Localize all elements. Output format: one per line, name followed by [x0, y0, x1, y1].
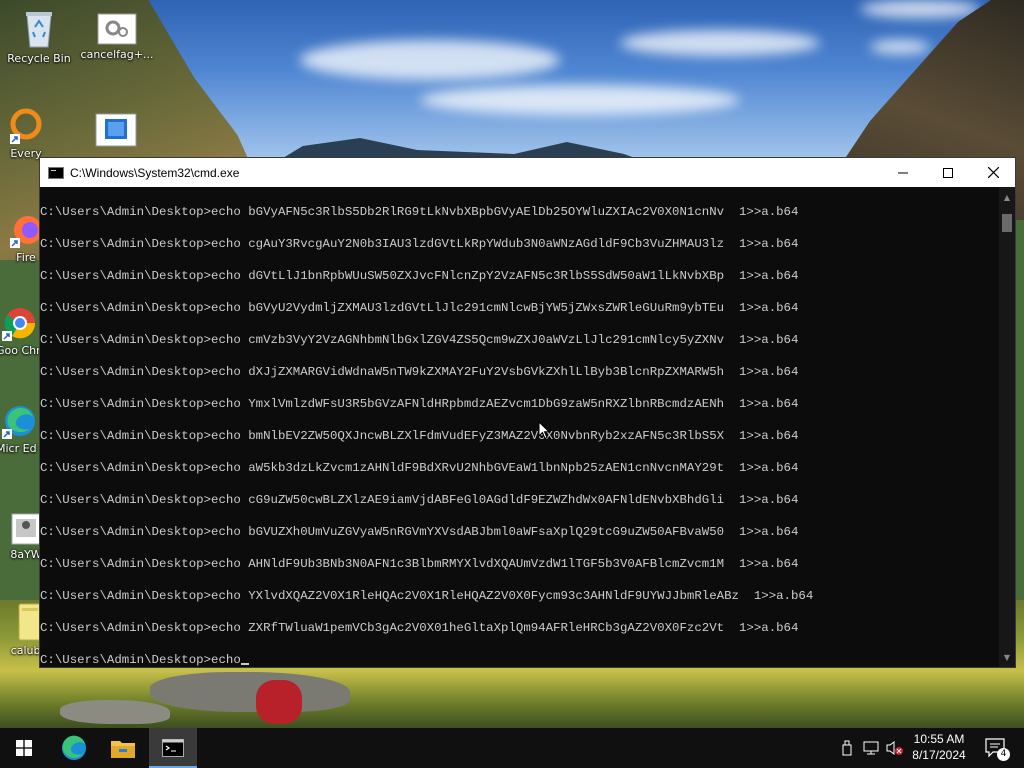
- taskbar-cmd-button[interactable]: [149, 728, 197, 768]
- settings-file-icon: [97, 13, 137, 45]
- red-backpack: [256, 680, 302, 724]
- desktop-icon-cancelfag[interactable]: cancelfag+...: [79, 13, 155, 61]
- console-line: C:\Users\Admin\Desktop>echo YmxlVmlzdWFs…: [40, 397, 799, 411]
- minimize-icon: [898, 172, 908, 173]
- edge-icon: [62, 735, 86, 760]
- clock-time: 10:55 AM: [913, 732, 965, 746]
- windows-logo-icon: [16, 740, 32, 756]
- prompt-text: C:\Users\Admin\Desktop>echo: [40, 653, 241, 667]
- action-center-button[interactable]: 4: [976, 728, 1016, 768]
- cmd-icon: [162, 739, 184, 757]
- console-line: C:\Users\Admin\Desktop>echo cG9uZW50cwBL…: [40, 493, 799, 507]
- system-clock[interactable]: 10:55 AM 8/17/2024: [904, 731, 974, 763]
- scroll-up-arrow-icon[interactable]: ▲: [999, 189, 1015, 205]
- console-line: C:\Users\Admin\Desktop>echo AHNldF9Ub3BN…: [40, 557, 799, 571]
- console-line: C:\Users\Admin\Desktop>echo dGVtLlJ1bnRp…: [40, 269, 799, 283]
- chrome-icon: [0, 305, 36, 341]
- tray-volume-muted-icon[interactable]: [885, 728, 905, 768]
- window-title: C:\Windows\System32\cmd.exe: [70, 165, 240, 180]
- tray-usb-icon[interactable]: [839, 728, 855, 768]
- scrollbar-thumb[interactable]: [1002, 214, 1012, 232]
- start-button[interactable]: [0, 728, 48, 768]
- desktop-icon-label: cancelfag+...: [80, 48, 154, 61]
- cmd-app-icon: [48, 166, 64, 179]
- maximize-icon: [943, 167, 953, 178]
- taskbar-edge-button[interactable]: [50, 728, 98, 768]
- desktop-icon-app[interactable]: [78, 113, 154, 150]
- desktop-icon-label: Recycle Bin: [7, 52, 71, 65]
- vertical-scrollbar[interactable]: ▲ ▼: [999, 187, 1015, 667]
- console-line: C:\Users\Admin\Desktop>echo YXlvdXQAZ2V0…: [40, 589, 814, 603]
- close-button[interactable]: [970, 158, 1016, 187]
- console-line: C:\Users\Admin\Desktop>echo bGVUZXh0UmVu…: [40, 525, 799, 539]
- app-window-icon: [95, 113, 137, 147]
- maximize-button[interactable]: [925, 158, 971, 187]
- text-cursor: [240, 663, 249, 665]
- mouse-pointer-icon: [538, 421, 550, 440]
- console-line: C:\Users\Admin\Desktop>echo cgAuY3RvcgAu…: [40, 237, 799, 251]
- recycle-bin-icon: [23, 9, 55, 49]
- image-file-icon: [11, 513, 41, 545]
- desktop-icon-everything[interactable]: Every: [0, 108, 64, 160]
- taskbar: 10:55 AM 8/17/2024 4: [0, 728, 1024, 768]
- console-output[interactable]: C:\Users\Admin\Desktop>echo bGVyAFN5c3Rl…: [40, 187, 1001, 667]
- notification-badge: 4: [997, 748, 1010, 761]
- console-line: C:\Users\Admin\Desktop>echo cmVzb3VyY2Vz…: [40, 333, 799, 347]
- everything-icon: [8, 108, 44, 144]
- console-line: C:\Users\Admin\Desktop>echo ZXRfTWluaW1p…: [40, 621, 799, 635]
- console-line: C:\Users\Admin\Desktop>echo bGVyU2Vydmlj…: [40, 301, 799, 315]
- console-line: C:\Users\Admin\Desktop>echo dXJjZXMARGVi…: [40, 365, 799, 379]
- clock-date: 8/17/2024: [912, 748, 966, 762]
- console-line: C:\Users\Admin\Desktop>echo bGVyAFN5c3Rl…: [40, 205, 799, 219]
- minimize-button[interactable]: [880, 158, 926, 187]
- taskbar-file-explorer-button[interactable]: [99, 728, 147, 768]
- desktop-icon-recycle-bin[interactable]: Recycle Bin: [1, 9, 77, 65]
- console-line: C:\Users\Admin\Desktop>echo aW5kb3dzLkZv…: [40, 461, 799, 475]
- edge-icon: [0, 403, 36, 439]
- prompt-line[interactable]: C:\Users\Admin\Desktop>echo: [40, 652, 249, 667]
- folder-icon: [111, 741, 135, 758]
- close-icon: [987, 167, 999, 178]
- console-line: C:\Users\Admin\Desktop>echo bmNlbEV2ZW50…: [40, 429, 799, 443]
- tray-network-icon[interactable]: [861, 728, 881, 768]
- cmd-titlebar[interactable]: C:\Windows\System32\cmd.exe: [40, 158, 1015, 187]
- cmd-window[interactable]: C:\Windows\System32\cmd.exe C:\Users\Adm…: [39, 157, 1016, 668]
- scroll-down-arrow-icon[interactable]: ▼: [999, 649, 1015, 665]
